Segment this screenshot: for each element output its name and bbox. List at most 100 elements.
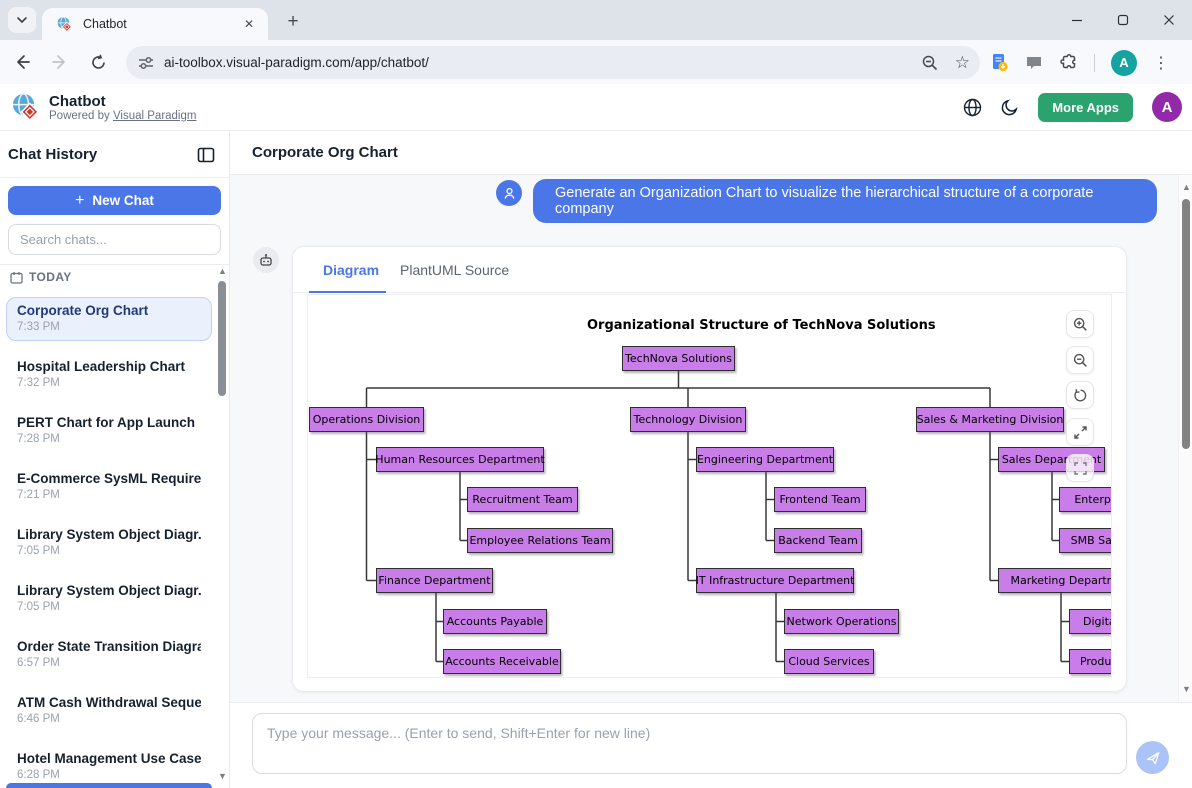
chat-time: 6:46 PM — [17, 713, 201, 725]
chat-time: 7:28 PM — [17, 433, 201, 445]
chat-time: 7:21 PM — [17, 489, 201, 501]
docs-extension-icon[interactable] — [990, 53, 1009, 72]
org-node[interactable]: Product Marketing — [1069, 649, 1112, 674]
plus-icon: + — [75, 192, 84, 210]
sidebar-scrollbar-thumb[interactable] — [218, 281, 226, 396]
chat-title: ATM Cash Withdrawal Seque... — [17, 695, 201, 710]
zoom-level-icon[interactable] — [921, 54, 939, 72]
url-bar[interactable]: ai-toolbox.visual-paradigm.com/app/chatb… — [126, 46, 980, 79]
org-node[interactable]: Marketing Department — [998, 568, 1112, 593]
app-title: Chatbot — [49, 93, 196, 110]
partially-visible-chat-item[interactable] — [6, 783, 212, 788]
back-button[interactable] — [6, 46, 38, 78]
message-input[interactable] — [252, 713, 1127, 774]
chat-history-item[interactable]: ATM Cash Withdrawal Seque... 6:46 PM — [6, 689, 212, 733]
chat-extension-icon[interactable] — [1025, 54, 1043, 72]
org-node[interactable]: Finance Department — [376, 568, 493, 593]
chat-scrollbar[interactable]: ▲ ▼ — [1178, 175, 1192, 702]
diagram-viewport[interactable]: Organizational Structure of TechNova Sol… — [307, 294, 1112, 678]
bot-avatar — [253, 247, 279, 273]
more-apps-button[interactable]: More Apps — [1038, 93, 1133, 122]
browser-tab-strip: Chatbot ✕ + — [0, 0, 1192, 40]
user-message-bubble: Generate an Organization Chart to visual… — [533, 179, 1157, 223]
org-node[interactable]: Human Resources Department — [376, 447, 544, 472]
window-close-button[interactable] — [1146, 0, 1192, 40]
sidebar-toggle-icon — [197, 146, 215, 164]
org-node[interactable]: Accounts Payable — [443, 609, 547, 634]
org-node[interactable]: SMB Sales — [1059, 528, 1112, 553]
chat-title: Library System Object Diagr... — [17, 527, 201, 542]
browser-menu-icon[interactable]: ⋮ — [1153, 53, 1169, 73]
chat-title: Hospital Leadership Chart — [17, 359, 201, 374]
org-node[interactable]: Recruitment Team — [467, 487, 578, 512]
message-input-area — [230, 702, 1192, 788]
send-button[interactable] — [1136, 741, 1169, 774]
reload-button[interactable] — [82, 46, 114, 78]
minimize-icon — [1071, 14, 1083, 26]
maximize-icon — [1117, 14, 1129, 26]
chat-history-item[interactable]: Order State Transition Diagra... 6:57 PM — [6, 633, 212, 677]
fit-icon — [1073, 461, 1088, 476]
search-chats-input[interactable] — [8, 224, 221, 255]
diagram-tabs: Diagram PlantUML Source — [293, 247, 1126, 293]
reset-icon — [1073, 388, 1088, 403]
bookmark-star-icon[interactable]: ☆ — [955, 53, 970, 73]
org-node[interactable]: Network Operations — [784, 609, 899, 634]
dark-mode-moon-icon[interactable] — [1001, 98, 1019, 116]
chat-history-item[interactable]: Library System Object Diagr... 7:05 PM — [6, 577, 212, 621]
new-tab-button[interactable]: + — [280, 9, 306, 35]
user-account-avatar[interactable]: A — [1152, 92, 1182, 122]
new-chat-button[interactable]: +New Chat — [8, 186, 221, 215]
tab-close-icon[interactable]: ✕ — [240, 15, 258, 33]
tab-search-button[interactable] — [8, 7, 36, 33]
user-avatar — [496, 180, 522, 206]
org-node[interactable]: Engineering Department — [696, 447, 834, 472]
org-node[interactable]: Backend Team — [774, 528, 862, 553]
org-node[interactable]: Operations Division — [309, 407, 424, 432]
org-node[interactable]: Accounts Receivable — [443, 649, 561, 674]
zoom-in-button[interactable] — [1066, 310, 1094, 338]
chat-history-item[interactable]: Library System Object Diagr... 7:05 PM — [6, 521, 212, 565]
fullscreen-button[interactable] — [1066, 418, 1094, 446]
org-node[interactable]: IT Infrastructure Department — [696, 568, 854, 593]
org-node[interactable]: Digital Marketing — [1069, 609, 1112, 634]
org-node[interactable]: Frontend Team — [774, 487, 866, 512]
expand-icon — [1073, 425, 1088, 440]
chat-scroll-down-arrow[interactable]: ▼ — [1182, 685, 1191, 694]
sidebar-scroll-down-arrow[interactable]: ▼ — [218, 772, 227, 781]
sidebar-title: Chat History — [8, 146, 97, 163]
chat-history-item[interactable]: PERT Chart for App Launch 7:28 PM — [6, 409, 212, 453]
chat-history-item[interactable]: Hotel Management Use Case 6:28 PM — [6, 745, 212, 788]
sidebar-collapse-button[interactable] — [197, 146, 215, 164]
browser-profile-avatar[interactable]: A — [1111, 50, 1137, 76]
org-node[interactable]: Sales & Marketing Division — [916, 407, 1064, 432]
language-globe-icon[interactable] — [963, 98, 982, 117]
org-node[interactable]: Technology Division — [630, 407, 746, 432]
tab-plantuml-source[interactable]: PlantUML Source — [400, 247, 509, 293]
window-minimize-button[interactable] — [1054, 0, 1100, 40]
chat-title: Corporate Org Chart — [17, 303, 201, 318]
chat-history-item[interactable]: Hospital Leadership Chart 7:32 PM — [6, 353, 212, 397]
extensions-puzzle-icon[interactable] — [1059, 53, 1078, 72]
org-node[interactable]: Cloud Services — [784, 649, 874, 674]
org-node[interactable]: Employee Relations Team — [467, 528, 613, 553]
chat-history-item[interactable]: Corporate Org Chart 7:33 PM — [6, 297, 212, 341]
browser-tab[interactable]: Chatbot ✕ — [42, 8, 268, 40]
fit-view-button[interactable] — [1066, 454, 1094, 482]
forward-button[interactable] — [44, 46, 76, 78]
tab-diagram[interactable]: Diagram — [323, 247, 379, 293]
conversation-title: Corporate Org Chart — [252, 144, 398, 161]
sidebar-scroll-up-arrow[interactable]: ▲ — [218, 267, 227, 276]
chat-scroll-up-arrow[interactable]: ▲ — [1182, 183, 1191, 192]
zoom-in-icon — [1073, 317, 1088, 332]
chat-time: 6:28 PM — [17, 769, 201, 781]
chat-history-item[interactable]: E-Commerce SysML Require... 7:21 PM — [6, 465, 212, 509]
org-node[interactable]: TechNova Solutions — [622, 346, 735, 371]
visual-paradigm-link[interactable]: Visual Paradigm — [113, 110, 197, 122]
divider — [0, 264, 229, 265]
org-node[interactable]: Enterprise Sales — [1059, 487, 1112, 512]
window-maximize-button[interactable] — [1100, 0, 1146, 40]
chat-scrollbar-thumb[interactable] — [1182, 199, 1190, 449]
zoom-out-button[interactable] — [1066, 346, 1094, 374]
reset-view-button[interactable] — [1066, 381, 1094, 409]
